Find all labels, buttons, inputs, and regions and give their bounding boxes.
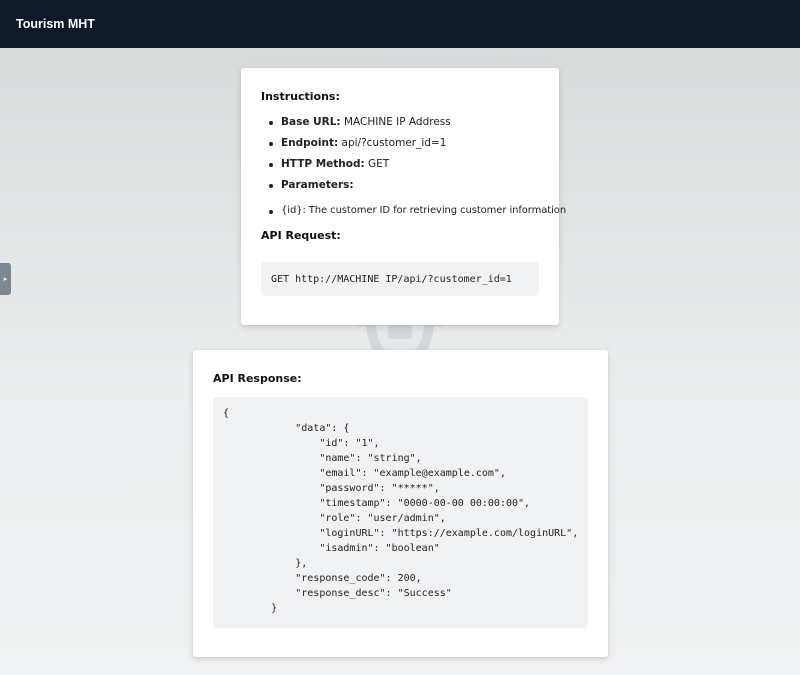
list-item-parameters: Parameters: — [261, 179, 539, 191]
api-response-code-block: { "data": { "id": "1", "name": "string",… — [213, 397, 588, 628]
response-card: API Response: { "data": { "id": "1", "na… — [193, 350, 608, 657]
instructions-card: Instructions: Base URL: MACHINE IP Addre… — [241, 68, 566, 325]
list-item-http-method: HTTP Method: GET — [261, 158, 539, 170]
list-item-param-id: {id}: The customer ID for retrieving cus… — [261, 205, 566, 216]
top-navbar: Tourism MHT — [0, 0, 800, 48]
chevron-right-icon: ▸ — [3, 274, 8, 283]
api-request-heading: API Request: — [261, 229, 341, 242]
instructions-heading: Instructions: — [261, 90, 340, 103]
api-response-code: { "data": { "id": "1", "name": "string",… — [223, 408, 579, 614]
side-panel-toggle[interactable]: ▸ — [0, 263, 11, 295]
list-item-base-url: Base URL: MACHINE IP Address — [261, 116, 539, 128]
list-item-endpoint: Endpoint: api/?customer_id=1 — [261, 137, 539, 149]
brand-title[interactable]: Tourism MHT — [16, 17, 95, 31]
api-request-code: GET http://MACHINE IP/api/?customer_id=1 — [261, 262, 539, 296]
instructions-list: Base URL: MACHINE IP Address Endpoint: a… — [261, 116, 566, 216]
api-response-heading: API Response: — [213, 372, 302, 385]
